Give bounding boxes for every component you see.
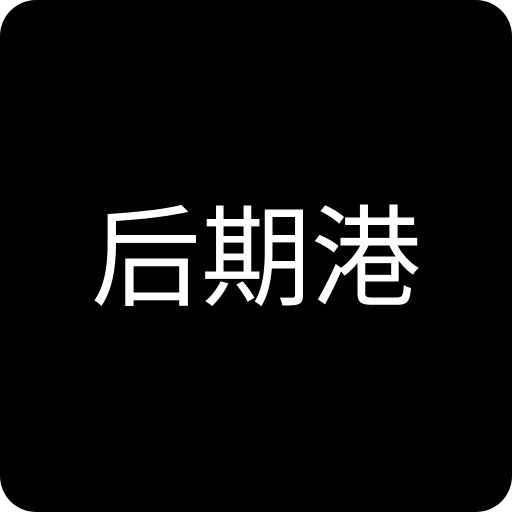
app-icon[interactable]: 后期港 — [0, 0, 512, 512]
app-icon-label: 后期港 — [91, 195, 421, 323]
